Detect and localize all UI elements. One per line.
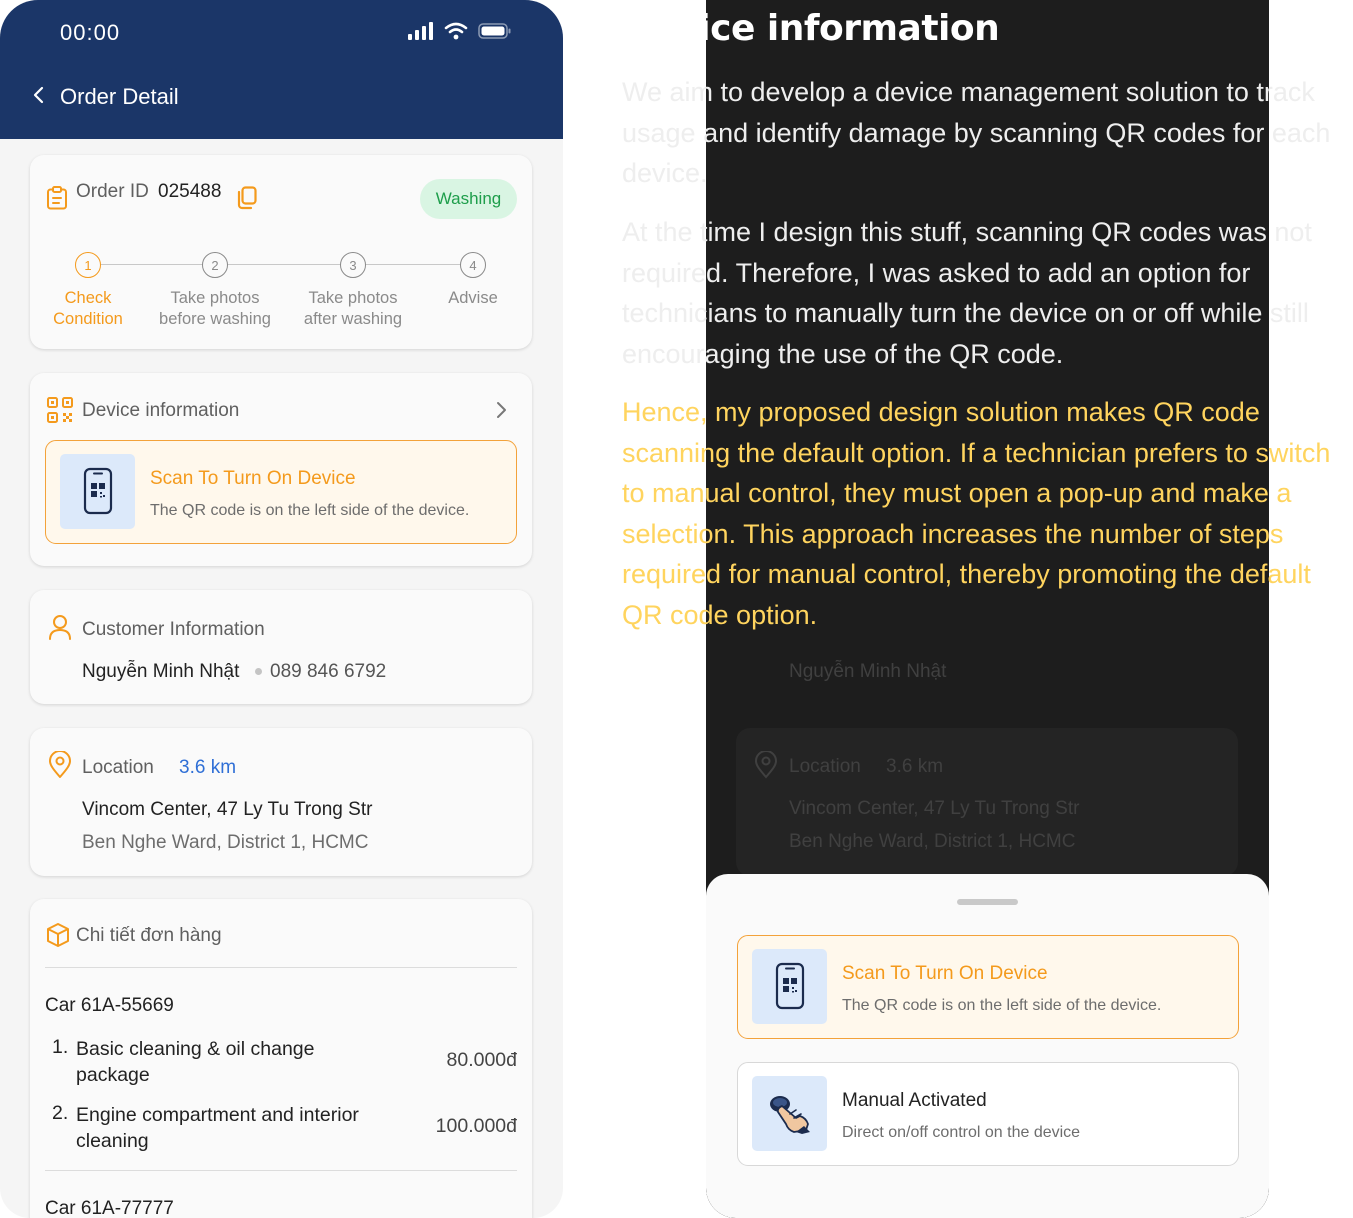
order-detail-screen: 00:00 Order Detail Order ID 025488 Washi… xyxy=(0,0,563,1218)
dimmed-address-line-2: Ben Nghe Ward, District 1, HCMC xyxy=(789,831,1076,852)
app-header: 00:00 Order Detail xyxy=(0,0,563,139)
box-icon xyxy=(47,923,69,947)
device-info-card: Device information Scan To Turn On Devic… xyxy=(30,373,532,566)
signal-icon xyxy=(408,22,433,40)
service-item-price: 80.000đ xyxy=(446,1049,518,1071)
service-item-number: 1. xyxy=(52,1036,69,1058)
chevron-right-icon[interactable] xyxy=(494,400,510,420)
scan-subtitle: The QR code is on the left side of the d… xyxy=(150,502,470,519)
activation-bottom-sheet: Scan To Turn On Device The QR code is on… xyxy=(706,874,1269,1218)
address-line-1: Vincom Center, 47 Ly Tu Trong Str xyxy=(82,799,373,820)
step-1-label[interactable]: Check Condition xyxy=(18,288,158,330)
page-title: Order Detail xyxy=(60,84,179,109)
order-id-label: Order ID xyxy=(76,181,149,202)
clipboard-icon xyxy=(47,186,67,210)
phone-qr-icon xyxy=(83,467,113,515)
car-plate-2: Car 61A-77777 xyxy=(45,1198,174,1218)
user-icon xyxy=(49,615,71,640)
step-3-line2: after washing xyxy=(303,310,403,328)
scan-device-option[interactable]: Scan To Turn On Device The QR code is on… xyxy=(737,935,1239,1039)
step-4-circle: 4 xyxy=(460,252,486,278)
status-time: 00:00 xyxy=(60,20,121,45)
location-card: Location 3.6 km Vincom Center, 47 Ly Tu … xyxy=(30,728,532,876)
location-pin-icon xyxy=(754,751,778,779)
stepper-line xyxy=(101,264,473,265)
address-line-2: Ben Nghe Ward, District 1, HCMC xyxy=(82,832,369,853)
separator-dot xyxy=(255,668,262,675)
phone-qr-icon xyxy=(775,962,805,1010)
explanation-paragraph-2: At the time I design this stuff, scannin… xyxy=(622,217,1312,369)
hand-press-icon xyxy=(770,1096,810,1134)
step-3-label[interactable]: Take photos after washing xyxy=(283,288,423,330)
order-details-title: Chi tiết đơn hàng xyxy=(76,925,222,946)
step-4-label[interactable]: Advise xyxy=(403,288,543,309)
service-item-line2: package xyxy=(76,1064,150,1086)
divider xyxy=(45,967,517,968)
status-badge: Washing xyxy=(420,179,517,219)
manual-option-subtitle: Direct on/off control on the device xyxy=(842,1124,1081,1141)
qr-code-icon xyxy=(47,397,73,423)
explanation-paragraph-1: We aim to develop a device management so… xyxy=(622,77,1331,188)
status-icons xyxy=(408,22,512,40)
customer-card: Customer Information Nguyễn Minh Nhật 08… xyxy=(30,590,532,704)
location-title: Location xyxy=(82,757,154,778)
step-2-line1: Take photos xyxy=(170,289,260,307)
step-1-line2: Condition xyxy=(53,310,123,328)
dimmed-address-line-1: Vincom Center, 47 Ly Tu Trong Str xyxy=(789,798,1080,819)
step-2-line2: before washing xyxy=(159,310,271,328)
dimmed-location-distance: 3.6 km xyxy=(886,756,944,777)
step-2-label[interactable]: Take photos before washing xyxy=(145,288,285,330)
step-1-circle: 1 xyxy=(75,252,101,278)
service-item-number: 2. xyxy=(52,1102,69,1124)
dimmed-location-card: Location 3.6 km Vincom Center, 47 Ly Tu … xyxy=(736,728,1238,876)
dimmed-customer-name: Nguyễn Minh Nhật xyxy=(789,661,947,682)
sheet-drag-handle[interactable] xyxy=(957,899,1018,905)
step-2-circle: 2 xyxy=(202,252,228,278)
location-pin-icon xyxy=(49,751,71,778)
scan-title: Scan To Turn On Device xyxy=(150,468,356,489)
car-plate-1: Car 61A-55669 xyxy=(45,995,174,1016)
location-distance[interactable]: 3.6 km xyxy=(179,757,236,779)
explanation-title: Device information xyxy=(622,8,1000,49)
customer-phone[interactable]: 089 846 6792 xyxy=(270,661,386,683)
wifi-icon xyxy=(444,22,468,40)
scan-option-title: Scan To Turn On Device xyxy=(842,963,1048,984)
service-item-line2: cleaning xyxy=(76,1130,149,1152)
manual-activation-option[interactable]: Manual Activated Direct on/off control o… xyxy=(737,1062,1239,1166)
service-item-price: 100.000đ xyxy=(435,1115,517,1137)
divider xyxy=(45,1170,517,1171)
back-arrow-icon[interactable] xyxy=(28,84,50,106)
step-1-line1: Check xyxy=(64,289,112,307)
service-item-name: Basic cleaning & oil change package xyxy=(76,1036,315,1088)
scan-device-button[interactable]: Scan To Turn On Device The QR code is on… xyxy=(45,440,517,544)
scan-icon-bg xyxy=(752,949,827,1024)
order-details-card: Chi tiết đơn hàng Car 61A-55669 1. Basic… xyxy=(30,899,532,1218)
step-3-circle: 3 xyxy=(340,252,366,278)
step-3-line1: Take photos xyxy=(308,289,398,307)
service-item-name: Engine compartment and interior cleaning xyxy=(76,1102,359,1154)
customer-title: Customer Information xyxy=(82,619,265,640)
service-item-line1: Basic cleaning & oil change xyxy=(76,1038,315,1060)
dimmed-location-title: Location xyxy=(789,756,861,777)
manual-option-title: Manual Activated xyxy=(842,1090,987,1111)
explanation-paragraph-3: Hence, my proposed design solution makes… xyxy=(622,397,1331,630)
battery-icon xyxy=(478,23,511,39)
scan-icon-bg xyxy=(60,454,135,529)
device-info-title: Device information xyxy=(82,400,240,421)
customer-name: Nguyễn Minh Nhật xyxy=(82,661,240,682)
service-item-line1: Engine compartment and interior xyxy=(76,1104,359,1126)
order-id-value: 025488 xyxy=(158,181,222,202)
scan-option-subtitle: The QR code is on the left side of the d… xyxy=(842,997,1162,1014)
manual-icon-bg xyxy=(752,1076,827,1151)
order-card: Order ID 025488 Washing 1 2 3 4 Check Co… xyxy=(30,155,532,349)
copy-icon[interactable] xyxy=(236,186,258,210)
step-4-line1: Advise xyxy=(448,289,498,307)
